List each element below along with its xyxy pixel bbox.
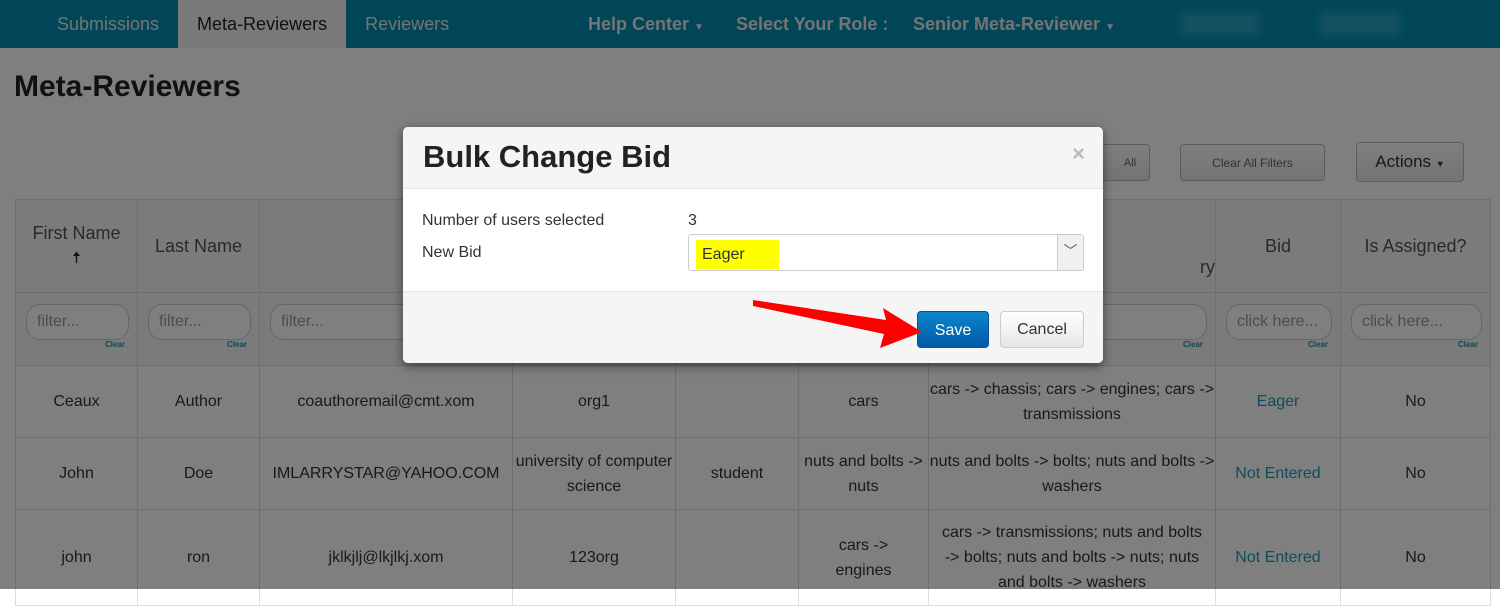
arrow-icon bbox=[753, 300, 922, 348]
red-arrow-annotation bbox=[753, 300, 922, 348]
